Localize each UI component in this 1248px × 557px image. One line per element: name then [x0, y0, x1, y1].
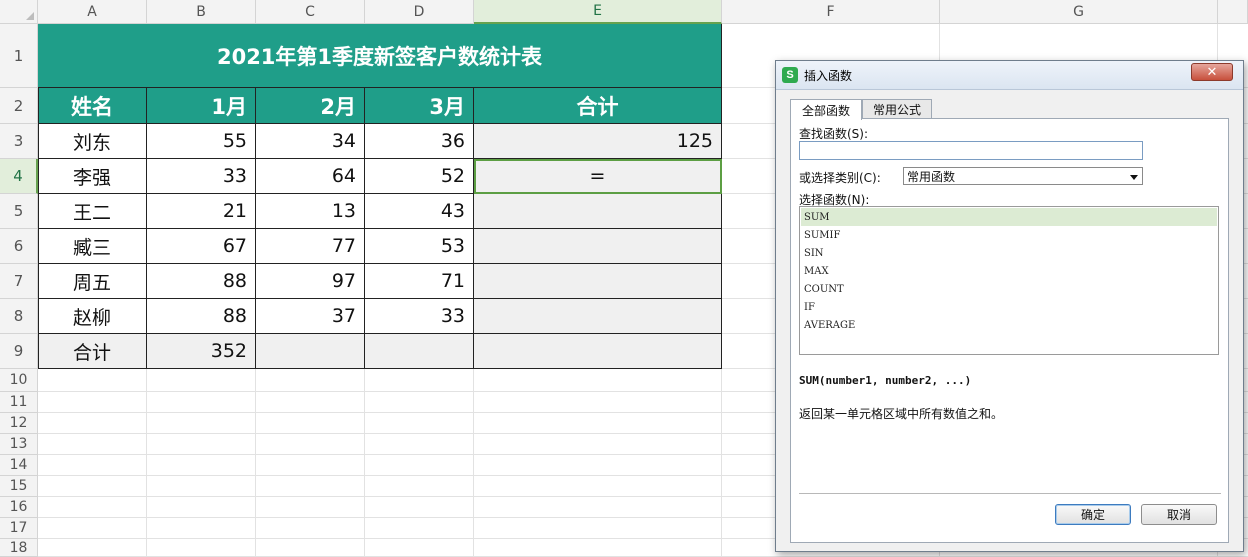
total-cell[interactable] — [474, 299, 722, 334]
row-header-18[interactable]: 18 — [0, 539, 38, 557]
row-header-4[interactable]: 4 — [0, 159, 38, 194]
value-cell[interactable]: 36 — [365, 124, 474, 159]
dialog-titlebar[interactable]: S 插入函数 ✕ — [776, 61, 1243, 90]
value-cell[interactable]: 67 — [147, 229, 256, 264]
function-list-item[interactable]: MAX — [801, 262, 1217, 280]
column-title[interactable]: 3月 — [365, 88, 474, 124]
value-cell[interactable]: 52 — [365, 159, 474, 194]
search-input[interactable] — [799, 141, 1143, 160]
row-header-17[interactable]: 17 — [0, 518, 38, 539]
category-select[interactable]: 常用函数 — [903, 167, 1143, 185]
value-cell[interactable]: 53 — [365, 229, 474, 264]
row-header-10[interactable]: 10 — [0, 369, 38, 392]
total-cell[interactable]: = — [474, 159, 722, 194]
function-list-item[interactable]: SUM — [801, 208, 1217, 226]
category-value: 常用函数 — [907, 169, 956, 184]
value-cell[interactable]: 33 — [365, 299, 474, 334]
summary-cell[interactable] — [365, 334, 474, 369]
wps-logo-icon: S — [782, 67, 798, 83]
select-all-corner[interactable] — [0, 0, 38, 24]
category-label: 或选择类别(C): — [799, 171, 881, 185]
insert-function-dialog: S 插入函数 ✕ 全部函数 常用公式 查找函数(S): 或选择类别(C): 常用… — [775, 60, 1244, 552]
table-border — [38, 88, 39, 369]
function-signature: SUM(number1, number2, ...) — [799, 374, 972, 387]
column-header-g[interactable]: G — [940, 0, 1218, 24]
function-list-item[interactable]: AVERAGE — [801, 316, 1217, 334]
name-cell[interactable]: 王二 — [38, 194, 147, 229]
name-cell[interactable]: 臧三 — [38, 229, 147, 264]
row-header-3[interactable]: 3 — [0, 124, 38, 159]
dialog-title: 插入函数 — [804, 69, 853, 83]
column-header-filler — [1218, 0, 1248, 24]
row-header-7[interactable]: 7 — [0, 264, 38, 299]
column-title[interactable]: 合计 — [474, 88, 722, 124]
value-cell[interactable]: 64 — [256, 159, 365, 194]
row-header-11[interactable]: 11 — [0, 392, 38, 413]
total-cell[interactable] — [474, 194, 722, 229]
value-cell[interactable]: 77 — [256, 229, 365, 264]
summary-cell[interactable] — [474, 334, 722, 369]
function-description: 返回某一单元格区域中所有数值之和。 — [799, 407, 1004, 421]
tab-panel: 查找函数(S): 或选择类别(C): 常用函数 选择函数(N): SUM SUMI… — [790, 118, 1229, 543]
tab-all-functions[interactable]: 全部函数 — [790, 99, 862, 120]
function-list-item[interactable]: SUMIF — [801, 226, 1217, 244]
value-cell[interactable]: 71 — [365, 264, 474, 299]
total-cell[interactable] — [474, 264, 722, 299]
column-title[interactable]: 2月 — [256, 88, 365, 124]
name-cell[interactable]: 李强 — [38, 159, 147, 194]
row-header-12[interactable]: 12 — [0, 413, 38, 434]
value-cell[interactable]: 34 — [256, 124, 365, 159]
column-header-a[interactable]: A — [38, 0, 147, 24]
divider — [799, 493, 1221, 494]
summary-cell[interactable]: 352 — [147, 334, 256, 369]
table-title[interactable]: 2021年第1季度新签客户数统计表 — [38, 24, 722, 88]
function-list-item[interactable]: COUNT — [801, 280, 1217, 298]
search-label: 查找函数(S): — [799, 127, 869, 141]
cancel-button[interactable]: 取消 — [1141, 504, 1217, 525]
summary-cell[interactable] — [256, 334, 365, 369]
value-cell[interactable]: 13 — [256, 194, 365, 229]
row-header-1[interactable]: 1 — [0, 24, 38, 88]
row-header-6[interactable]: 6 — [0, 229, 38, 264]
row-header-2[interactable]: 2 — [0, 88, 38, 124]
value-cell[interactable]: 97 — [256, 264, 365, 299]
column-header-c[interactable]: C — [256, 0, 365, 24]
column-title[interactable]: 1月 — [147, 88, 256, 124]
close-button[interactable]: ✕ — [1191, 63, 1233, 81]
function-list[interactable]: SUM SUMIF SIN MAX COUNT IF AVERAGE — [799, 206, 1219, 355]
value-cell[interactable]: 55 — [147, 124, 256, 159]
total-cell[interactable]: 125 — [474, 124, 722, 159]
dialog-body: 全部函数 常用公式 查找函数(S): 或选择类别(C): 常用函数 选择函数(N… — [786, 99, 1233, 543]
row-header-13[interactable]: 13 — [0, 434, 38, 455]
value-cell[interactable]: 43 — [365, 194, 474, 229]
chevron-down-icon — [1130, 175, 1138, 180]
column-header-f[interactable]: F — [722, 0, 940, 24]
column-header-e[interactable]: E — [474, 0, 722, 24]
tab-common-formulas[interactable]: 常用公式 — [862, 99, 932, 119]
column-title[interactable]: 姓名 — [38, 88, 147, 124]
function-list-item[interactable]: IF — [801, 298, 1217, 316]
total-cell[interactable] — [474, 229, 722, 264]
row-header-5[interactable]: 5 — [0, 194, 38, 229]
row-header-9[interactable]: 9 — [0, 334, 38, 369]
name-cell[interactable]: 周五 — [38, 264, 147, 299]
row-header-16[interactable]: 16 — [0, 497, 38, 518]
value-cell[interactable]: 37 — [256, 299, 365, 334]
value-cell[interactable]: 21 — [147, 194, 256, 229]
column-header-d[interactable]: D — [365, 0, 474, 24]
name-cell[interactable]: 赵柳 — [38, 299, 147, 334]
row-header-8[interactable]: 8 — [0, 299, 38, 334]
row-header-15[interactable]: 15 — [0, 476, 38, 497]
ok-button[interactable]: 确定 — [1055, 504, 1131, 525]
row-header-14[interactable]: 14 — [0, 455, 38, 476]
value-cell[interactable]: 33 — [147, 159, 256, 194]
value-cell[interactable]: 88 — [147, 299, 256, 334]
name-cell[interactable]: 刘东 — [38, 124, 147, 159]
column-header-b[interactable]: B — [147, 0, 256, 24]
summary-label[interactable]: 合计 — [38, 334, 147, 369]
value-cell[interactable]: 88 — [147, 264, 256, 299]
function-list-item[interactable]: SIN — [801, 244, 1217, 262]
